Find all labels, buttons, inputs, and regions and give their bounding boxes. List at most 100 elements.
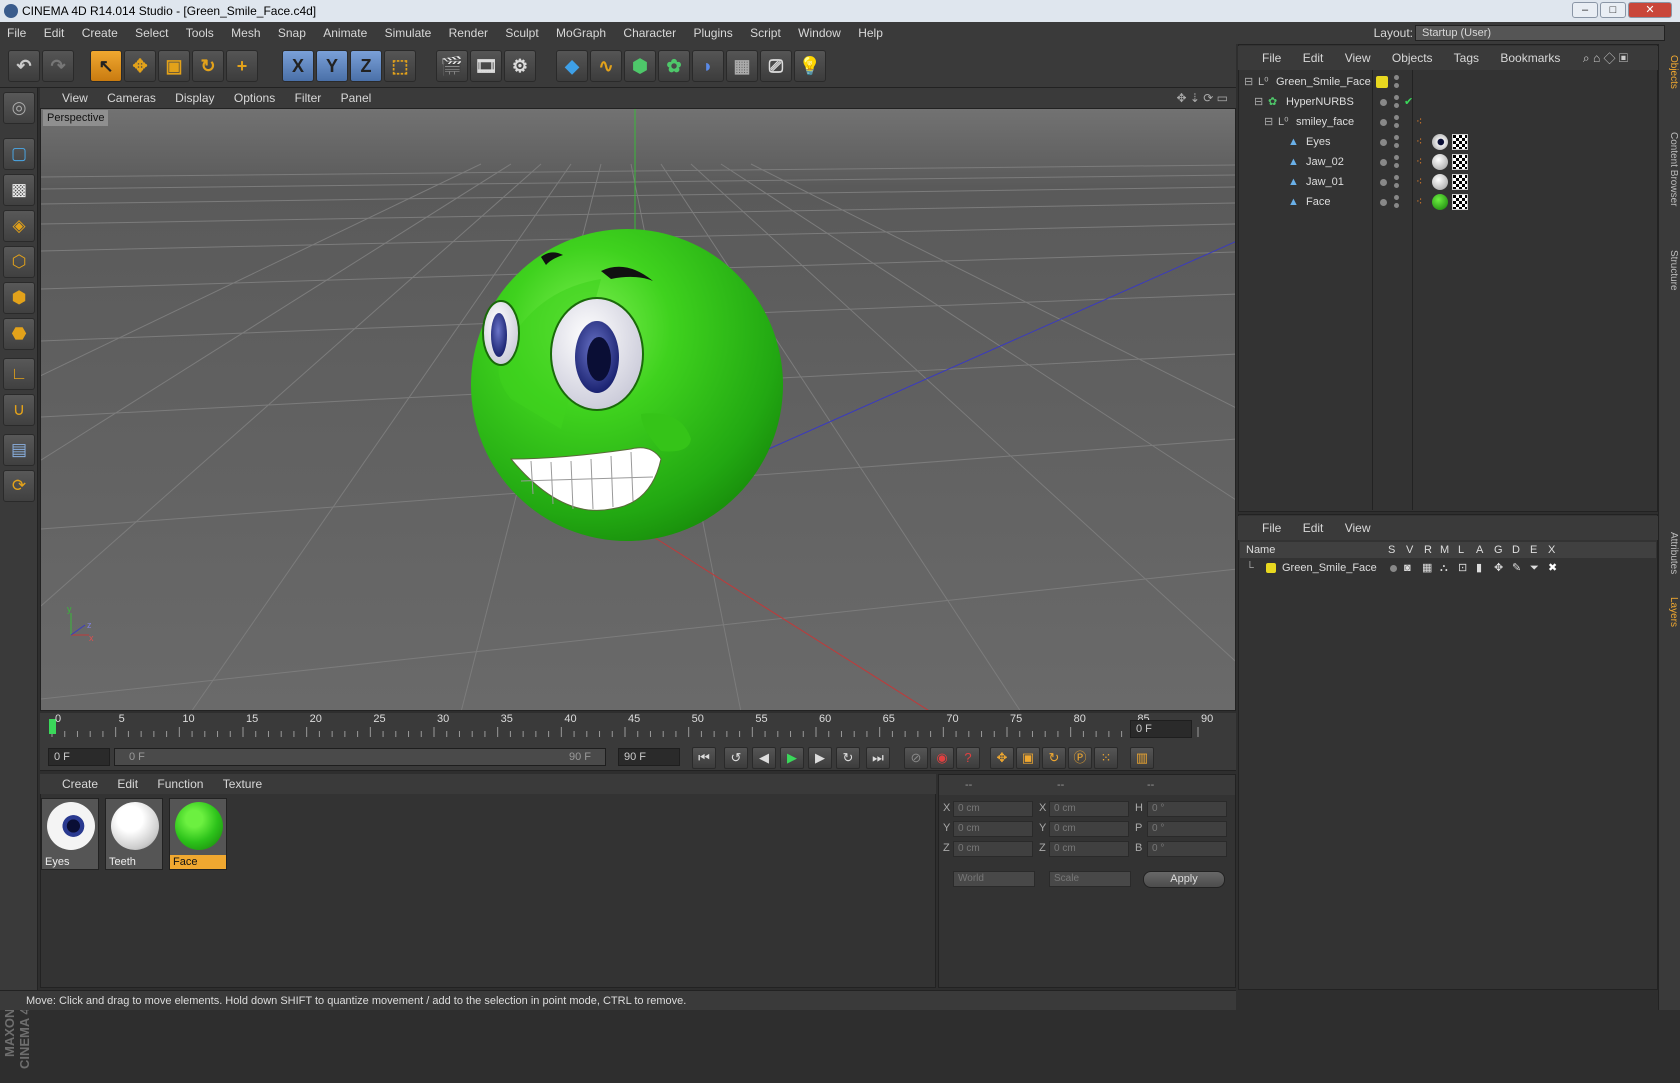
material-eyes[interactable]: Eyes bbox=[41, 798, 99, 870]
menu-tools[interactable]: Tools bbox=[186, 26, 214, 40]
editor-visibility-dot[interactable] bbox=[1394, 135, 1399, 140]
uvw-tag-icon[interactable] bbox=[1452, 154, 1468, 170]
viewport-nav-icons[interactable]: ✥ ⇣ ⟳ ▭ bbox=[1176, 88, 1228, 108]
maximize-button[interactable]: □ bbox=[1600, 2, 1626, 18]
menu-snap[interactable]: Snap bbox=[278, 26, 306, 40]
object-row-face[interactable]: ▲ Face ⁖ bbox=[1240, 192, 1656, 212]
layer-col-generators[interactable]: G bbox=[1494, 542, 1503, 558]
tab-objects[interactable]: Objects bbox=[1661, 50, 1679, 94]
render-view-icon[interactable]: 🎬 bbox=[436, 50, 468, 82]
render-settings-icon[interactable]: ⚙ bbox=[504, 50, 536, 82]
axis-mode-icon[interactable]: ∟ bbox=[3, 358, 35, 390]
menu-mograph[interactable]: MoGraph bbox=[556, 26, 606, 40]
editor-visibility-dot[interactable] bbox=[1394, 95, 1399, 100]
layer-deformer-icon[interactable]: ✎ bbox=[1512, 558, 1521, 578]
frame-range-slider[interactable]: 0 F 90 F bbox=[114, 748, 606, 766]
edges-mode-icon[interactable]: ⬢ bbox=[3, 282, 35, 314]
layer-color-chip[interactable] bbox=[1266, 563, 1276, 573]
next-key-icon[interactable]: ↻ bbox=[836, 747, 860, 769]
viewport-menu-display[interactable]: Display bbox=[175, 91, 214, 105]
locked-workplane-icon[interactable]: ▤ bbox=[3, 434, 35, 466]
key-rotation-icon[interactable]: ↻ bbox=[1042, 747, 1066, 769]
material-menu-function[interactable]: Function bbox=[157, 777, 203, 791]
uvw-tag-icon[interactable] bbox=[1452, 134, 1468, 150]
key-point-level-icon[interactable]: ⁙ bbox=[1094, 747, 1118, 769]
rotation-p-field[interactable]: 0 ° bbox=[1147, 821, 1227, 837]
rotation-b-field[interactable]: 0 ° bbox=[1147, 841, 1227, 857]
material-menu-texture[interactable]: Texture bbox=[223, 777, 262, 791]
layer-menu-edit[interactable]: Edit bbox=[1303, 521, 1324, 535]
position-y-field[interactable]: 0 cm bbox=[953, 821, 1033, 837]
layer-lock-icon[interactable]: ⊡ bbox=[1458, 558, 1467, 578]
phong-tag-icon[interactable]: ⁖ bbox=[1416, 112, 1422, 132]
move-icon[interactable]: ✥ bbox=[124, 50, 156, 82]
rotate-icon[interactable]: ↻ bbox=[192, 50, 224, 82]
goto-start-icon[interactable]: ⏮ bbox=[692, 747, 716, 769]
floor-icon[interactable]: ▦ bbox=[726, 50, 758, 82]
perspective-viewport[interactable]: y z x bbox=[40, 108, 1236, 711]
keyframe-selection-icon[interactable]: ? bbox=[956, 747, 980, 769]
material-tag-face-icon[interactable] bbox=[1432, 194, 1448, 210]
cube-icon[interactable]: ◆ bbox=[556, 50, 588, 82]
menu-file[interactable]: File bbox=[7, 26, 26, 40]
render-visibility-dot[interactable] bbox=[1394, 203, 1399, 208]
y-axis-icon[interactable]: Y bbox=[316, 50, 348, 82]
spline-icon[interactable]: ∿ bbox=[590, 50, 622, 82]
material-teeth[interactable]: Teeth bbox=[105, 798, 163, 870]
phong-tag-icon[interactable]: ⁖ bbox=[1416, 152, 1422, 172]
light-icon[interactable]: 💡 bbox=[794, 50, 826, 82]
coord-size-mode-select[interactable]: Scale bbox=[1049, 871, 1131, 887]
key-scale-icon[interactable]: ▣ bbox=[1016, 747, 1040, 769]
record-keys-icon[interactable]: ⊘ bbox=[904, 747, 928, 769]
uvw-tag-icon[interactable] bbox=[1452, 194, 1468, 210]
nurbs-icon[interactable]: ⬢ bbox=[624, 50, 656, 82]
layer-manager-icon[interactable]: ⛬ bbox=[1440, 558, 1448, 578]
editor-visibility-dot[interactable] bbox=[1394, 75, 1399, 80]
menu-select[interactable]: Select bbox=[135, 26, 168, 40]
position-z-field[interactable]: 0 cm bbox=[953, 841, 1033, 857]
prev-frame-icon[interactable]: ◀ bbox=[752, 747, 776, 769]
material-tag-teeth-icon[interactable] bbox=[1432, 154, 1448, 170]
rotation-h-field[interactable]: 0 ° bbox=[1147, 801, 1227, 817]
layer-render-icon[interactable]: ▦ bbox=[1422, 558, 1432, 578]
layer-view-eye-icon[interactable]: ◙ bbox=[1404, 558, 1411, 578]
scale-icon[interactable]: ▣ bbox=[158, 50, 190, 82]
layer-row-green-smile-face[interactable]: └ Green_Smile_Face ◙ ▦ ⛬ ⊡ ▮ ✥ ✎ ⏷ ✖ bbox=[1240, 558, 1656, 578]
tab-content-browser[interactable]: Content Browser bbox=[1661, 104, 1679, 234]
position-x-field[interactable]: 0 cm bbox=[953, 801, 1033, 817]
layer-expression-icon[interactable]: ⏷ bbox=[1530, 558, 1539, 578]
editor-visibility-dot[interactable] bbox=[1394, 175, 1399, 180]
layer-menu-view[interactable]: View bbox=[1345, 521, 1371, 535]
timeline-window-icon[interactable]: ▥ bbox=[1130, 747, 1154, 769]
phong-tag-icon[interactable]: ⁖ bbox=[1416, 172, 1422, 192]
key-position-icon[interactable]: ✥ bbox=[990, 747, 1014, 769]
goto-end-icon[interactable]: ⏭ bbox=[866, 747, 890, 769]
deformer-icon[interactable]: ◗ bbox=[692, 50, 724, 82]
close-button[interactable]: ✕ bbox=[1628, 2, 1672, 18]
layer-animation-icon[interactable]: ▮ bbox=[1476, 558, 1482, 578]
make-editable-icon[interactable]: ◎ bbox=[3, 92, 35, 124]
tab-attributes[interactable]: Attributes bbox=[1661, 520, 1679, 586]
menu-character[interactable]: Character bbox=[623, 26, 676, 40]
auto-keying-icon[interactable]: ◉ bbox=[930, 747, 954, 769]
coordinate-system-icon[interactable]: ⬚ bbox=[384, 50, 416, 82]
camera-icon[interactable]: ⎚ bbox=[760, 50, 792, 82]
viewport-menu-options[interactable]: Options bbox=[234, 91, 275, 105]
viewport-menu-filter[interactable]: Filter bbox=[295, 91, 322, 105]
object-row-jaw-01[interactable]: ▲ Jaw_01 ⁖ bbox=[1240, 172, 1656, 192]
start-frame-field[interactable]: 0 F bbox=[48, 748, 110, 766]
layout-select[interactable]: Startup (User) bbox=[1415, 25, 1665, 41]
editor-visibility-dot[interactable] bbox=[1394, 115, 1399, 120]
layer-col-expressions[interactable]: E bbox=[1530, 542, 1537, 558]
menu-plugins[interactable]: Plugins bbox=[693, 26, 732, 40]
object-manager-nav-icons[interactable]: ⌕ ⌂ ◇ ▣ bbox=[1583, 46, 1628, 70]
render-visibility-dot[interactable] bbox=[1394, 83, 1399, 88]
render-visibility-dot[interactable] bbox=[1394, 163, 1399, 168]
undo-icon[interactable]: ↶ bbox=[8, 50, 40, 82]
render-visibility-dot[interactable] bbox=[1394, 123, 1399, 128]
object-menu-view[interactable]: View bbox=[1345, 51, 1371, 65]
material-menu-create[interactable]: Create bbox=[62, 777, 98, 791]
render-visibility-dot[interactable] bbox=[1394, 183, 1399, 188]
object-menu-tags[interactable]: Tags bbox=[1454, 51, 1479, 65]
layer-col-solo[interactable]: S bbox=[1388, 542, 1395, 558]
